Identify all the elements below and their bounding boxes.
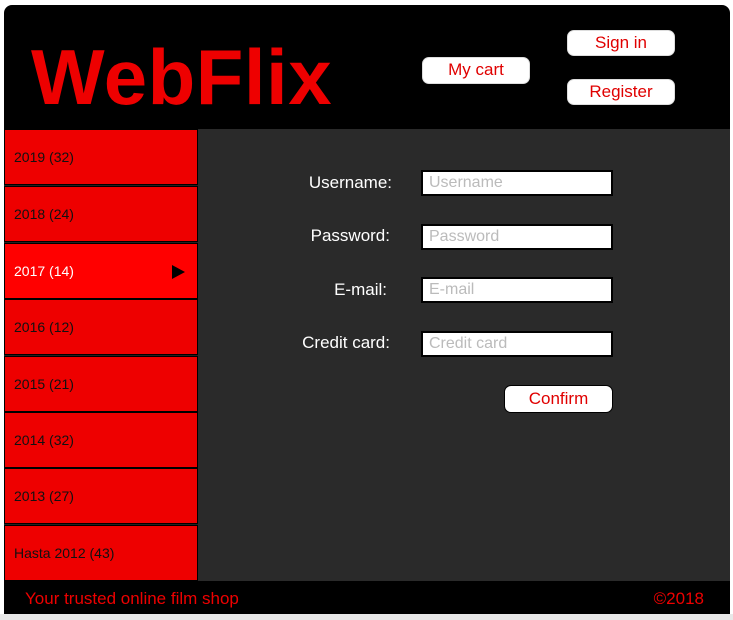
logo[interactable]: WebFlix [31,38,332,116]
sidebar-item-label: 2013 (27) [14,488,74,504]
sidebar-item-label: Hasta 2012 (43) [14,545,115,561]
sidebar-item-label: 2014 (32) [14,432,74,448]
username-input[interactable] [421,170,613,196]
sidebar-item-2014[interactable]: 2014 (32) [4,412,198,468]
copyright: ©2018 [653,589,704,608]
credit-card-label: Credit card: [302,333,390,352]
sidebar-item-label: 2019 (32) [14,149,74,165]
footer-tagline: Your trusted online film shop [25,589,239,608]
sidebar-item-2018[interactable]: 2018 (24) [4,186,198,242]
email-label: E-mail: [334,280,387,299]
sidebar-item-label: 2015 (21) [14,376,74,392]
sidebar-item-label: 2017 (14) [14,263,74,279]
footer: Your trusted online film shop ©2018 [4,581,730,614]
sidebar-item-2015[interactable]: 2015 (21) [4,356,198,412]
arrow-right-icon [172,265,185,279]
page-bottom-edge [0,614,733,620]
password-label: Password: [310,226,390,245]
confirm-button[interactable]: Confirm [504,385,613,413]
sidebar-item-2019[interactable]: 2019 (32) [4,129,198,185]
username-label: Username: [308,173,392,192]
webflix-page: WebFlix My cart Sign in Register 2019 (3… [0,0,733,620]
year-sidebar: 2019 (32) 2018 (24) 2017 (14) 2016 (12) … [4,129,198,581]
sidebar-item-label: 2016 (12) [14,319,74,335]
sidebar-item-2017[interactable]: 2017 (14) [4,243,198,299]
register-form-panel: Username: Password: E-mail: Credit card:… [198,129,730,581]
register-button[interactable]: Register [567,79,675,105]
sidebar-item-2016[interactable]: 2016 (12) [4,299,198,355]
header: WebFlix My cart Sign in Register [4,5,730,129]
sign-in-button[interactable]: Sign in [567,30,675,56]
email-input[interactable] [421,277,613,303]
password-input[interactable] [421,224,613,250]
my-cart-button[interactable]: My cart [422,57,530,84]
credit-card-input[interactable] [421,331,613,357]
sidebar-item-hasta-2012[interactable]: Hasta 2012 (43) [4,525,198,581]
sidebar-item-2013[interactable]: 2013 (27) [4,468,198,524]
sidebar-item-label: 2018 (24) [14,206,74,222]
